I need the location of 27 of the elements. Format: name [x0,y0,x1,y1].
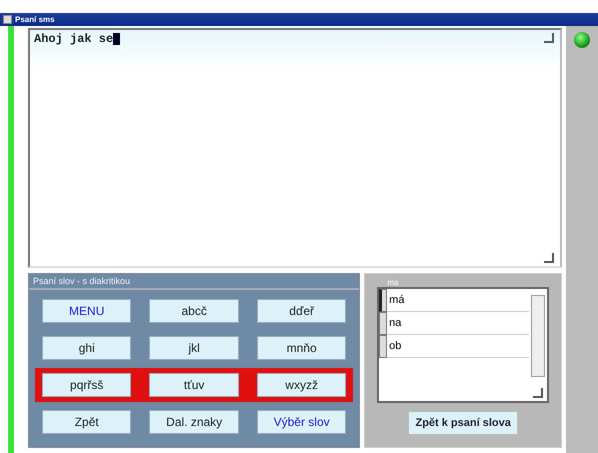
word-item[interactable]: ob [379,335,530,358]
key-button[interactable]: tťuv [149,373,239,397]
resize-grip-icon [544,253,554,263]
key-button[interactable]: ghi [42,336,132,360]
word-item[interactable]: má [379,289,530,312]
key-button[interactable]: Dal. znaky [149,410,239,434]
key-button[interactable]: Výběr slov [256,410,346,434]
resize-grip-icon [544,33,554,43]
key-button[interactable]: Zpět [42,410,132,434]
key-button[interactable]: MENU [42,299,132,323]
text-area[interactable]: Ahoj jak se [28,28,562,268]
word-label: ma [387,278,398,287]
panel-title: Psaní slov - s diakritikou [29,274,360,290]
key-button[interactable]: wxyzž [256,373,346,397]
key-button[interactable]: jkl [149,336,239,360]
key-button[interactable]: abcč [149,299,239,323]
text-cursor [113,33,120,45]
word-item[interactable]: na [379,312,530,335]
window-title: Psaní sms [15,15,55,24]
typed-text: Ahoj jak se [34,32,114,46]
scrollbar[interactable] [531,295,546,377]
back-button[interactable]: Zpět k psaní slova [408,411,518,435]
app-icon [3,15,12,24]
key-button[interactable]: mnňo [256,336,346,360]
resize-grip-icon [533,388,544,398]
key-button[interactable]: dďeř [256,299,346,323]
key-button[interactable]: pqrřsš [42,373,132,397]
